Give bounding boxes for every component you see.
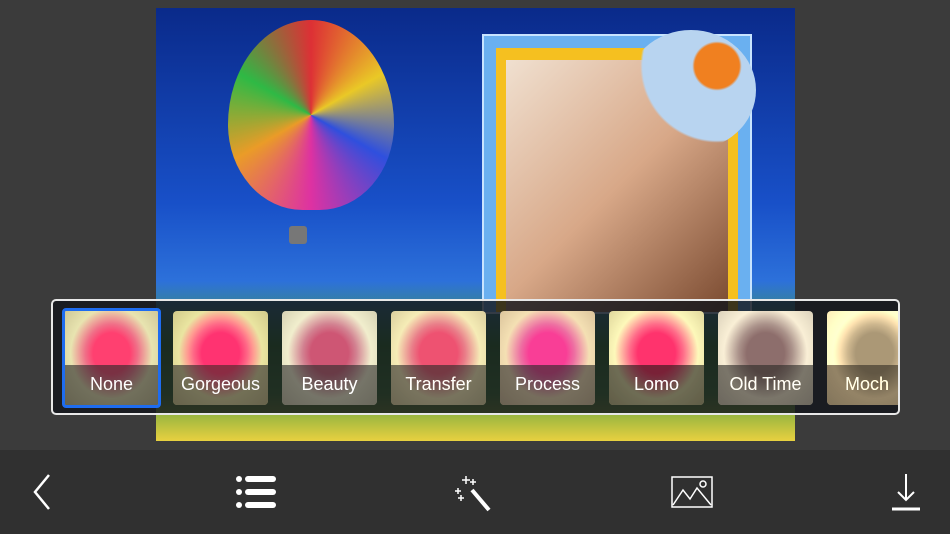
- back-chevron-icon: [33, 474, 50, 510]
- filter-label: Transfer: [391, 365, 486, 405]
- filter-label: Gorgeous: [173, 365, 268, 405]
- filter-transfer[interactable]: Transfer: [391, 311, 486, 405]
- flower-decoration: [626, 30, 756, 150]
- filter-mocha[interactable]: Moch: [827, 311, 898, 405]
- filter-old-time[interactable]: Old Time: [718, 311, 813, 405]
- hot-air-balloon-image: [228, 20, 394, 210]
- list-icon: [236, 476, 276, 508]
- effects-button[interactable]: [452, 470, 496, 514]
- filter-strip[interactable]: None Gorgeous Beauty Transfer Process Lo…: [51, 299, 900, 415]
- filter-label: Moch: [827, 365, 898, 405]
- filter-beauty[interactable]: Beauty: [282, 311, 377, 405]
- magic-wand-icon: [455, 476, 491, 512]
- download-icon: [892, 474, 920, 511]
- image-icon: [671, 476, 713, 508]
- filter-process[interactable]: Process: [500, 311, 595, 405]
- filter-none[interactable]: None: [62, 308, 161, 408]
- menu-button[interactable]: [234, 470, 278, 514]
- back-button[interactable]: [20, 470, 64, 514]
- filter-label: Old Time: [718, 365, 813, 405]
- filter-label: Lomo: [609, 365, 704, 405]
- background-image-button[interactable]: [670, 470, 714, 514]
- filter-gorgeous[interactable]: Gorgeous: [173, 311, 268, 405]
- filter-label: None: [65, 365, 158, 405]
- filter-label: Beauty: [282, 365, 377, 405]
- filter-lomo[interactable]: Lomo: [609, 311, 704, 405]
- download-button[interactable]: [884, 470, 928, 514]
- bottom-toolbar: [0, 450, 950, 534]
- filter-label: Process: [500, 365, 595, 405]
- balloon-basket-image: [289, 226, 307, 244]
